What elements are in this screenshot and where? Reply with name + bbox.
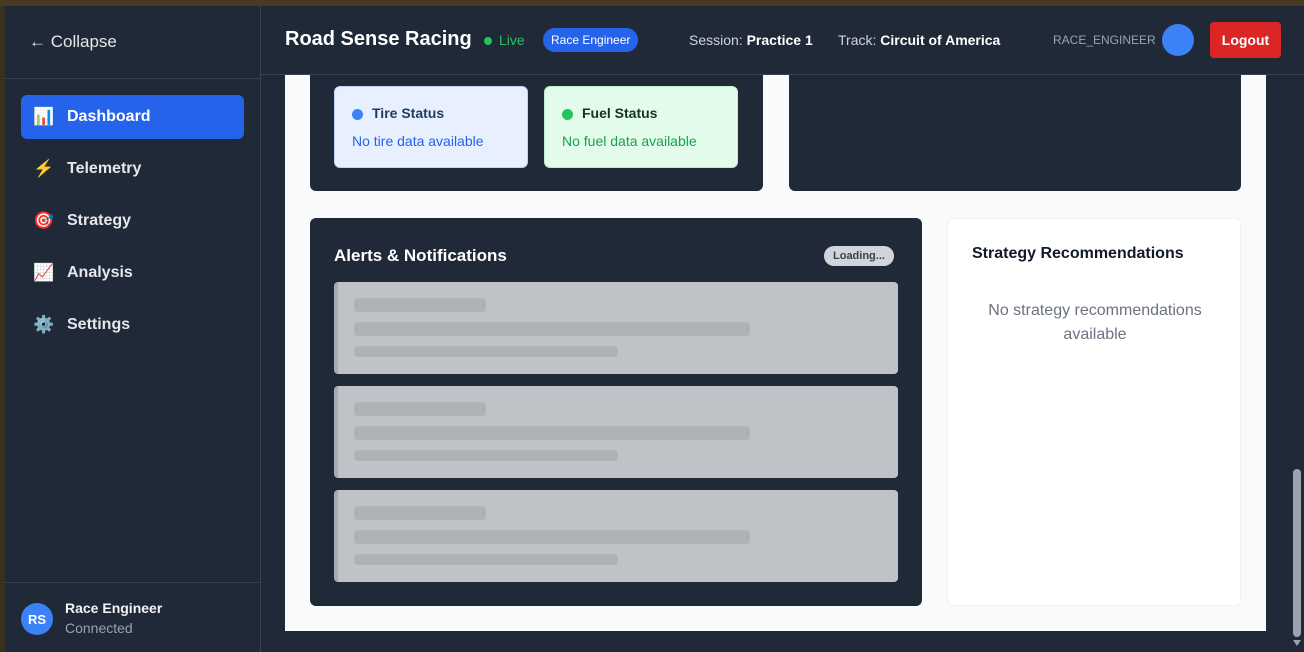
track-value: Circuit of America xyxy=(880,32,1001,48)
role-badge: Race Engineer xyxy=(543,28,639,52)
scroll-down-icon[interactable] xyxy=(1293,640,1301,646)
sidebar-bottom-divider xyxy=(5,582,260,583)
track-label: Track: xyxy=(838,32,877,48)
session-value: Practice 1 xyxy=(746,32,813,48)
track-info: Track: Circuit of America xyxy=(838,32,1000,48)
strategy-empty-message: No strategy recommendations available xyxy=(988,302,1202,343)
user-avatar[interactable] xyxy=(1162,24,1194,56)
sidebar-item-label: Settings xyxy=(67,316,131,333)
target-icon: 🎯 xyxy=(33,211,55,230)
tire-status-dot-icon xyxy=(352,109,363,120)
skeleton-line xyxy=(354,298,486,312)
live-indicator-icon xyxy=(484,37,492,45)
sidebar-user-name: Race Engineer xyxy=(65,600,163,616)
sidebar-item-label: Strategy xyxy=(67,212,132,229)
top-header: Road Sense Racing Live Race Engineer Ses… xyxy=(261,6,1304,75)
sidebar-item-label: Dashboard xyxy=(67,108,151,125)
session-info: Session: Practice 1 xyxy=(689,32,813,48)
sidebar-item-telemetry[interactable]: ⚡ Telemetry xyxy=(21,147,244,191)
fuel-status-message: No fuel data available xyxy=(562,133,697,149)
scrollbar-thumb[interactable] xyxy=(1293,469,1301,637)
loading-badge: Loading... xyxy=(824,246,894,266)
scrollbar[interactable] xyxy=(1290,75,1304,652)
gear-icon: ⚙️ xyxy=(33,315,55,334)
skeleton-line xyxy=(354,530,750,544)
fuel-status-title: Fuel Status xyxy=(582,105,658,121)
sidebar-item-analysis[interactable]: 📈 Analysis xyxy=(21,251,244,295)
alerts-panel: Alerts & Notifications Loading... xyxy=(310,218,922,606)
skeleton-line xyxy=(354,506,486,520)
alert-skeleton xyxy=(334,282,898,374)
app-title: Road Sense Racing xyxy=(285,28,472,50)
vehicle-status-panel: Tire Status No tire data available Fuel … xyxy=(310,75,763,191)
logout-button[interactable]: Logout xyxy=(1210,22,1281,58)
alert-skeleton xyxy=(334,490,898,582)
fuel-status-dot-icon xyxy=(562,109,573,120)
sidebar-divider xyxy=(5,78,260,79)
skeleton-line xyxy=(354,554,618,565)
sidebar-item-dashboard[interactable]: 📊 Dashboard xyxy=(21,95,244,139)
chart-icon: 📊 xyxy=(33,107,55,126)
alerts-title: Alerts & Notifications xyxy=(334,246,507,265)
skeleton-line xyxy=(354,450,618,461)
sidebar-item-label: Analysis xyxy=(67,264,133,281)
sidebar-item-label: Telemetry xyxy=(67,160,142,177)
skeleton-line xyxy=(354,346,618,357)
lightning-icon: ⚡ xyxy=(33,159,55,178)
trend-chart-icon: 📈 xyxy=(33,263,55,282)
fuel-status-card: Fuel Status No fuel data available xyxy=(544,86,738,168)
alert-skeleton xyxy=(334,386,898,478)
session-label: Session: xyxy=(689,32,743,48)
connection-status: Connected xyxy=(65,620,133,636)
tire-status-title: Tire Status xyxy=(372,105,445,121)
strategy-title: Strategy Recommendations xyxy=(972,245,1184,262)
avatar: RS xyxy=(21,603,53,635)
live-status: Live xyxy=(499,32,525,48)
tire-status-message: No tire data available xyxy=(352,133,484,149)
skeleton-line xyxy=(354,426,750,440)
secondary-panel xyxy=(789,75,1241,191)
main-content: Tire Status No tire data available Fuel … xyxy=(285,75,1266,631)
sidebar-item-settings[interactable]: ⚙️ Settings xyxy=(21,303,244,347)
username: RACE_ENGINEER xyxy=(1053,33,1156,47)
skeleton-line xyxy=(354,402,486,416)
sidebar: ← Collapse 📊 Dashboard ⚡ Telemetry 🎯 Str… xyxy=(5,6,261,652)
collapse-button[interactable]: ← Collapse xyxy=(29,32,117,52)
skeleton-line xyxy=(354,322,750,336)
sidebar-item-strategy[interactable]: 🎯 Strategy xyxy=(21,199,244,243)
strategy-panel: Strategy Recommendations No strategy rec… xyxy=(947,218,1241,606)
tire-status-card: Tire Status No tire data available xyxy=(334,86,528,168)
